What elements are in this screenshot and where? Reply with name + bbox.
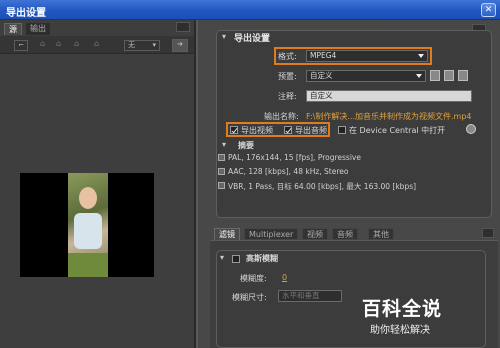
device-central-icon[interactable]	[466, 124, 476, 134]
summary-audio-line: AAC, 128 [kbps], 48 kHz, Stereo	[228, 167, 349, 176]
preview-image	[68, 173, 108, 277]
forward-button[interactable]: ➜	[172, 39, 188, 52]
bitrate-icon	[218, 182, 225, 189]
tab-other[interactable]: 其他	[368, 228, 394, 240]
save-preset-icon[interactable]	[430, 70, 440, 81]
comment-input[interactable]: 自定义	[306, 90, 472, 102]
export-settings-heading: 导出设置	[234, 34, 271, 44]
device-central-checkbox[interactable]	[338, 126, 346, 134]
import-preset-icon[interactable]	[444, 70, 454, 81]
source-panel: 源 输出 ⌐ ⌂ ⌂ ⌂ ⌂ 无 ▾ ➜	[0, 20, 196, 348]
comment-label: 注释:	[278, 92, 297, 101]
face-shape	[79, 187, 97, 209]
flip-icon: ⌂	[94, 39, 100, 48]
watermark-subtitle: 助你轻松解决	[370, 325, 430, 336]
blur-value[interactable]: 0	[282, 273, 287, 282]
tab-output[interactable]: 输出	[26, 23, 50, 35]
preset-label: 预置:	[278, 72, 297, 81]
crop-button[interactable]: ⌐	[14, 40, 28, 51]
summary-video-line: PAL, 176x144, 15 [fps], Progressive	[228, 153, 361, 162]
watermark-title: 百科全说	[362, 298, 443, 320]
delete-preset-icon[interactable]	[458, 70, 468, 81]
gaussian-blur-checkbox[interactable]	[232, 255, 240, 263]
summary-bitrate-line: VBR, 1 Pass, 目标 64.00 [kbps], 最大 163.00 …	[228, 182, 417, 191]
video-icon	[218, 154, 225, 161]
format-highlight	[274, 47, 432, 65]
tab-video[interactable]: 视频	[302, 228, 328, 240]
rotate-right-icon: ⌂	[74, 39, 80, 48]
tab-filters[interactable]: 滤镜	[214, 228, 240, 240]
summary-collapse-icon[interactable]: ▾	[222, 140, 226, 149]
zoom-value: 无	[128, 41, 135, 49]
preset-value: 自定义	[310, 71, 333, 80]
blur-label: 模糊度:	[240, 274, 267, 283]
gaussian-blur-title: 高斯模糊	[246, 254, 278, 263]
audio-icon	[218, 168, 225, 175]
tab-audio[interactable]: 音频	[332, 228, 358, 240]
video-preview	[20, 173, 154, 277]
export-video-checkbox[interactable]	[230, 126, 238, 134]
chevron-down-icon	[416, 74, 422, 78]
export-settings-panel: ▾ 导出设置 格式: MPEG4 预置: 自定义 注释: 自定义 输出名称: F…	[198, 20, 500, 348]
collapse-icon[interactable]: ▾	[222, 32, 226, 41]
zoom-select[interactable]: 无 ▾	[124, 40, 160, 51]
blur-dimension-select[interactable]: 水平和垂直	[278, 290, 342, 302]
preset-select[interactable]: 自定义	[306, 70, 426, 82]
summary-heading: 摘要	[238, 141, 254, 150]
export-audio-checkbox[interactable]	[284, 126, 292, 134]
export-video-label: 导出视频	[241, 126, 273, 135]
window-title: 导出设置	[6, 8, 46, 19]
export-audio-label: 导出音频	[295, 126, 327, 135]
tab-source[interactable]: 源	[4, 23, 22, 35]
close-button[interactable]: ✕	[481, 3, 496, 17]
title-bar: 导出设置 ✕	[0, 0, 500, 20]
filter-collapse-icon[interactable]: ▾	[220, 253, 224, 262]
output-name-label: 输出名称:	[264, 112, 299, 121]
tab-multiplexer[interactable]: Multiplexer	[244, 228, 299, 240]
shirt-shape	[74, 213, 102, 249]
panel-menu-button[interactable]	[176, 22, 190, 32]
blur-dimension-label: 模糊尺寸:	[232, 293, 267, 302]
device-central-label: 在 Device Central 中打开	[349, 126, 446, 135]
inpoint-icon: ⌂	[40, 39, 46, 48]
grass-shape	[68, 253, 108, 277]
tabs-menu-button[interactable]	[482, 228, 494, 238]
rotate-left-icon: ⌂	[56, 39, 62, 48]
output-name-link[interactable]: F:\制作解决...加音乐并制作成为视频文件.mp4	[306, 111, 472, 122]
